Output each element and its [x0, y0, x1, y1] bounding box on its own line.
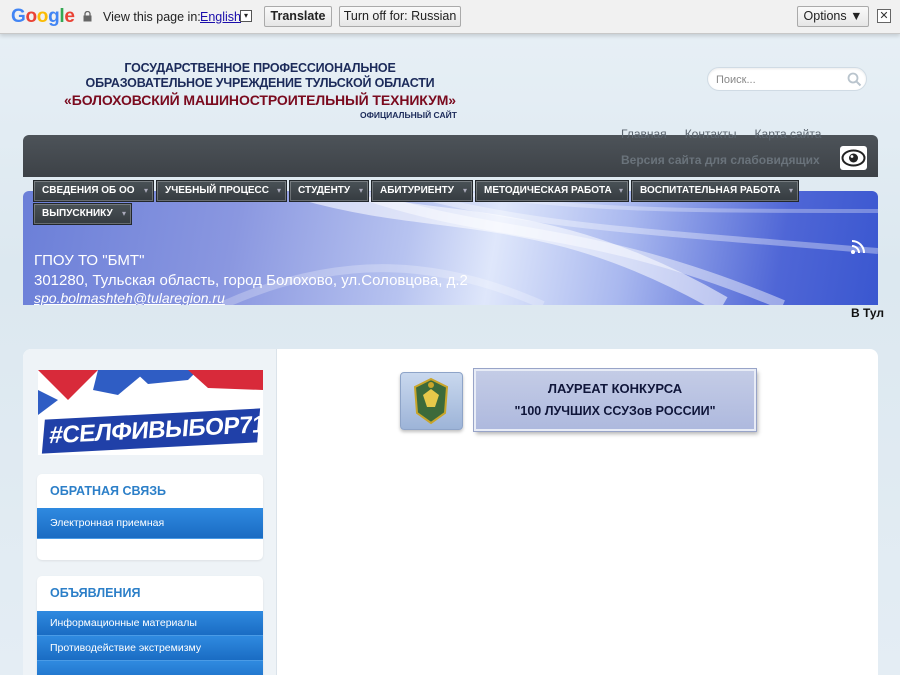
search-icon[interactable]: [847, 72, 862, 87]
title-line-3: «БОЛОХОВСКИЙ МАШИНОСТРОИТЕЛЬНЫЙ ТЕХНИКУМ…: [64, 92, 456, 108]
menu-item-upbringing[interactable]: ВОСПИТАТЕЛЬНАЯ РАБОТА ▾: [631, 180, 799, 202]
menu-item-graduate[interactable]: ВЫПУСКНИКУ ▾: [33, 203, 132, 225]
menu-label: СВЕДЕНИЯ ОБ ОО: [42, 185, 135, 196]
language-dropdown-icon[interactable]: ▾: [240, 10, 252, 22]
google-logo: Google: [11, 6, 75, 27]
chevron-down-icon: ▾: [121, 209, 126, 218]
menu-item-education[interactable]: УЧЕБНЫЙ ПРОЦЕСС ▾: [156, 180, 287, 202]
view-page-text: View this page in:: [103, 10, 201, 24]
menu-item-applicant[interactable]: АБИТУРИЕНТУ ▾: [371, 180, 473, 202]
low-vision-button[interactable]: [840, 146, 867, 170]
chevron-down-icon: ▾: [618, 186, 623, 195]
sidebar-item-e-reception[interactable]: Электронная приемная: [37, 508, 263, 539]
laureate-badge[interactable]: ЛАУРЕАТ КОНКУРСА "100 ЛУЧШИХ ССУЗов РОСС…: [474, 369, 756, 431]
menu-item-info[interactable]: СВЕДЕНИЯ ОБ ОО ▾: [33, 180, 154, 202]
banner-email-link[interactable]: spo.bolmashteh@tularegion.ru: [34, 290, 225, 305]
chevron-down-icon: ▾: [462, 186, 467, 195]
options-button[interactable]: Options ▼: [797, 6, 869, 27]
banner-org-name: ГПОУ ТО "БМТ": [34, 252, 145, 269]
sidebar-item-next[interactable]: [37, 661, 263, 675]
translate-button[interactable]: Translate: [264, 6, 332, 27]
sitemap-link[interactable]: Карта сайта: [755, 127, 822, 141]
close-icon[interactable]: ✕: [877, 9, 891, 23]
emblem-icon: [413, 377, 449, 425]
menu-label: ВОСПИТАТЕЛЬНАЯ РАБОТА: [640, 185, 781, 196]
menu-item-methodical[interactable]: МЕТОДИЧЕСКАЯ РАБОТА ▾: [475, 180, 629, 202]
eye-icon: [841, 149, 866, 167]
title-line-1: ГОСУДАРСТВЕННОЕ ПРОФЕССИОНАЛЬНОЕ: [124, 61, 396, 75]
site-subtitle: ОФИЦИАЛЬНЫЙ САЙТ: [360, 110, 457, 120]
title-line-2: ОБРАЗОВАТЕЛЬНОЕ УЧРЕЖДЕНИЕ ТУЛЬСКОЙ ОБЛА…: [85, 76, 435, 90]
top-links: Главная Контакты Карта сайта: [621, 127, 821, 141]
menu-label: АБИТУРИЕНТУ: [380, 185, 455, 196]
lock-icon: [83, 11, 92, 22]
banner-address: 301280, Тульская область, город Болохово…: [34, 272, 468, 289]
panel-title: ОБРАТНАЯ СВЯЗЬ: [50, 484, 167, 498]
language-link[interactable]: English: [200, 10, 241, 24]
panel-title: ОБЪЯВЛЕНИЯ: [50, 586, 141, 600]
menu-label: СТУДЕНТУ: [298, 185, 351, 196]
announcements-panel: ОБЪЯВЛЕНИЯ Информационные материалы Прот…: [37, 576, 263, 675]
header-banner: ГПОУ ТО "БМТ" 301280, Тульская область, …: [23, 191, 878, 305]
search-input[interactable]: [716, 72, 841, 88]
chevron-down-icon: ▾: [276, 186, 281, 195]
menu-item-student[interactable]: СТУДЕНТУ ▾: [289, 180, 369, 202]
feedback-panel: ОБРАТНАЯ СВЯЗЬ Электронная приемная: [37, 474, 263, 560]
sidebar-item-anti-extremism[interactable]: Противодействие экстремизму: [37, 636, 263, 661]
selfie-vote-banner[interactable]: #СЕЛФИВЫБОР71: [38, 370, 263, 455]
site-title[interactable]: ГОСУДАРСТВЕННОЕ ПРОФЕССИОНАЛЬНОЕ ОБРАЗОВ…: [60, 61, 460, 109]
laureate-line-2: "100 ЛУЧШИХ ССУЗов РОССИИ": [514, 404, 716, 418]
news-ticker[interactable]: В Тул: [851, 306, 884, 320]
college-emblem: [400, 372, 463, 430]
low-vision-link[interactable]: Версия сайта для слабовидящих: [621, 153, 820, 167]
rss-icon[interactable]: [850, 237, 868, 255]
chevron-down-icon: ▾: [788, 186, 793, 195]
turn-off-button[interactable]: Turn off for: Russian: [339, 6, 461, 27]
menu-label: УЧЕБНЫЙ ПРОЦЕСС: [165, 185, 270, 196]
search-box: [707, 67, 867, 91]
home-link[interactable]: Главная: [621, 127, 667, 141]
menu-label: ВЫПУСКНИКУ: [42, 208, 113, 219]
laureate-line-1: ЛАУРЕАТ КОНКУРСА: [547, 381, 683, 396]
chevron-down-icon: ▾: [358, 186, 363, 195]
menu-label: МЕТОДИЧЕСКАЯ РАБОТА: [484, 185, 612, 196]
contacts-link[interactable]: Контакты: [685, 127, 737, 141]
translate-bar: Google View this page in: English ▾ Tran…: [0, 0, 900, 34]
chevron-down-icon: ▾: [143, 186, 148, 195]
sidebar-item-info-materials[interactable]: Информационные материалы: [37, 611, 263, 636]
